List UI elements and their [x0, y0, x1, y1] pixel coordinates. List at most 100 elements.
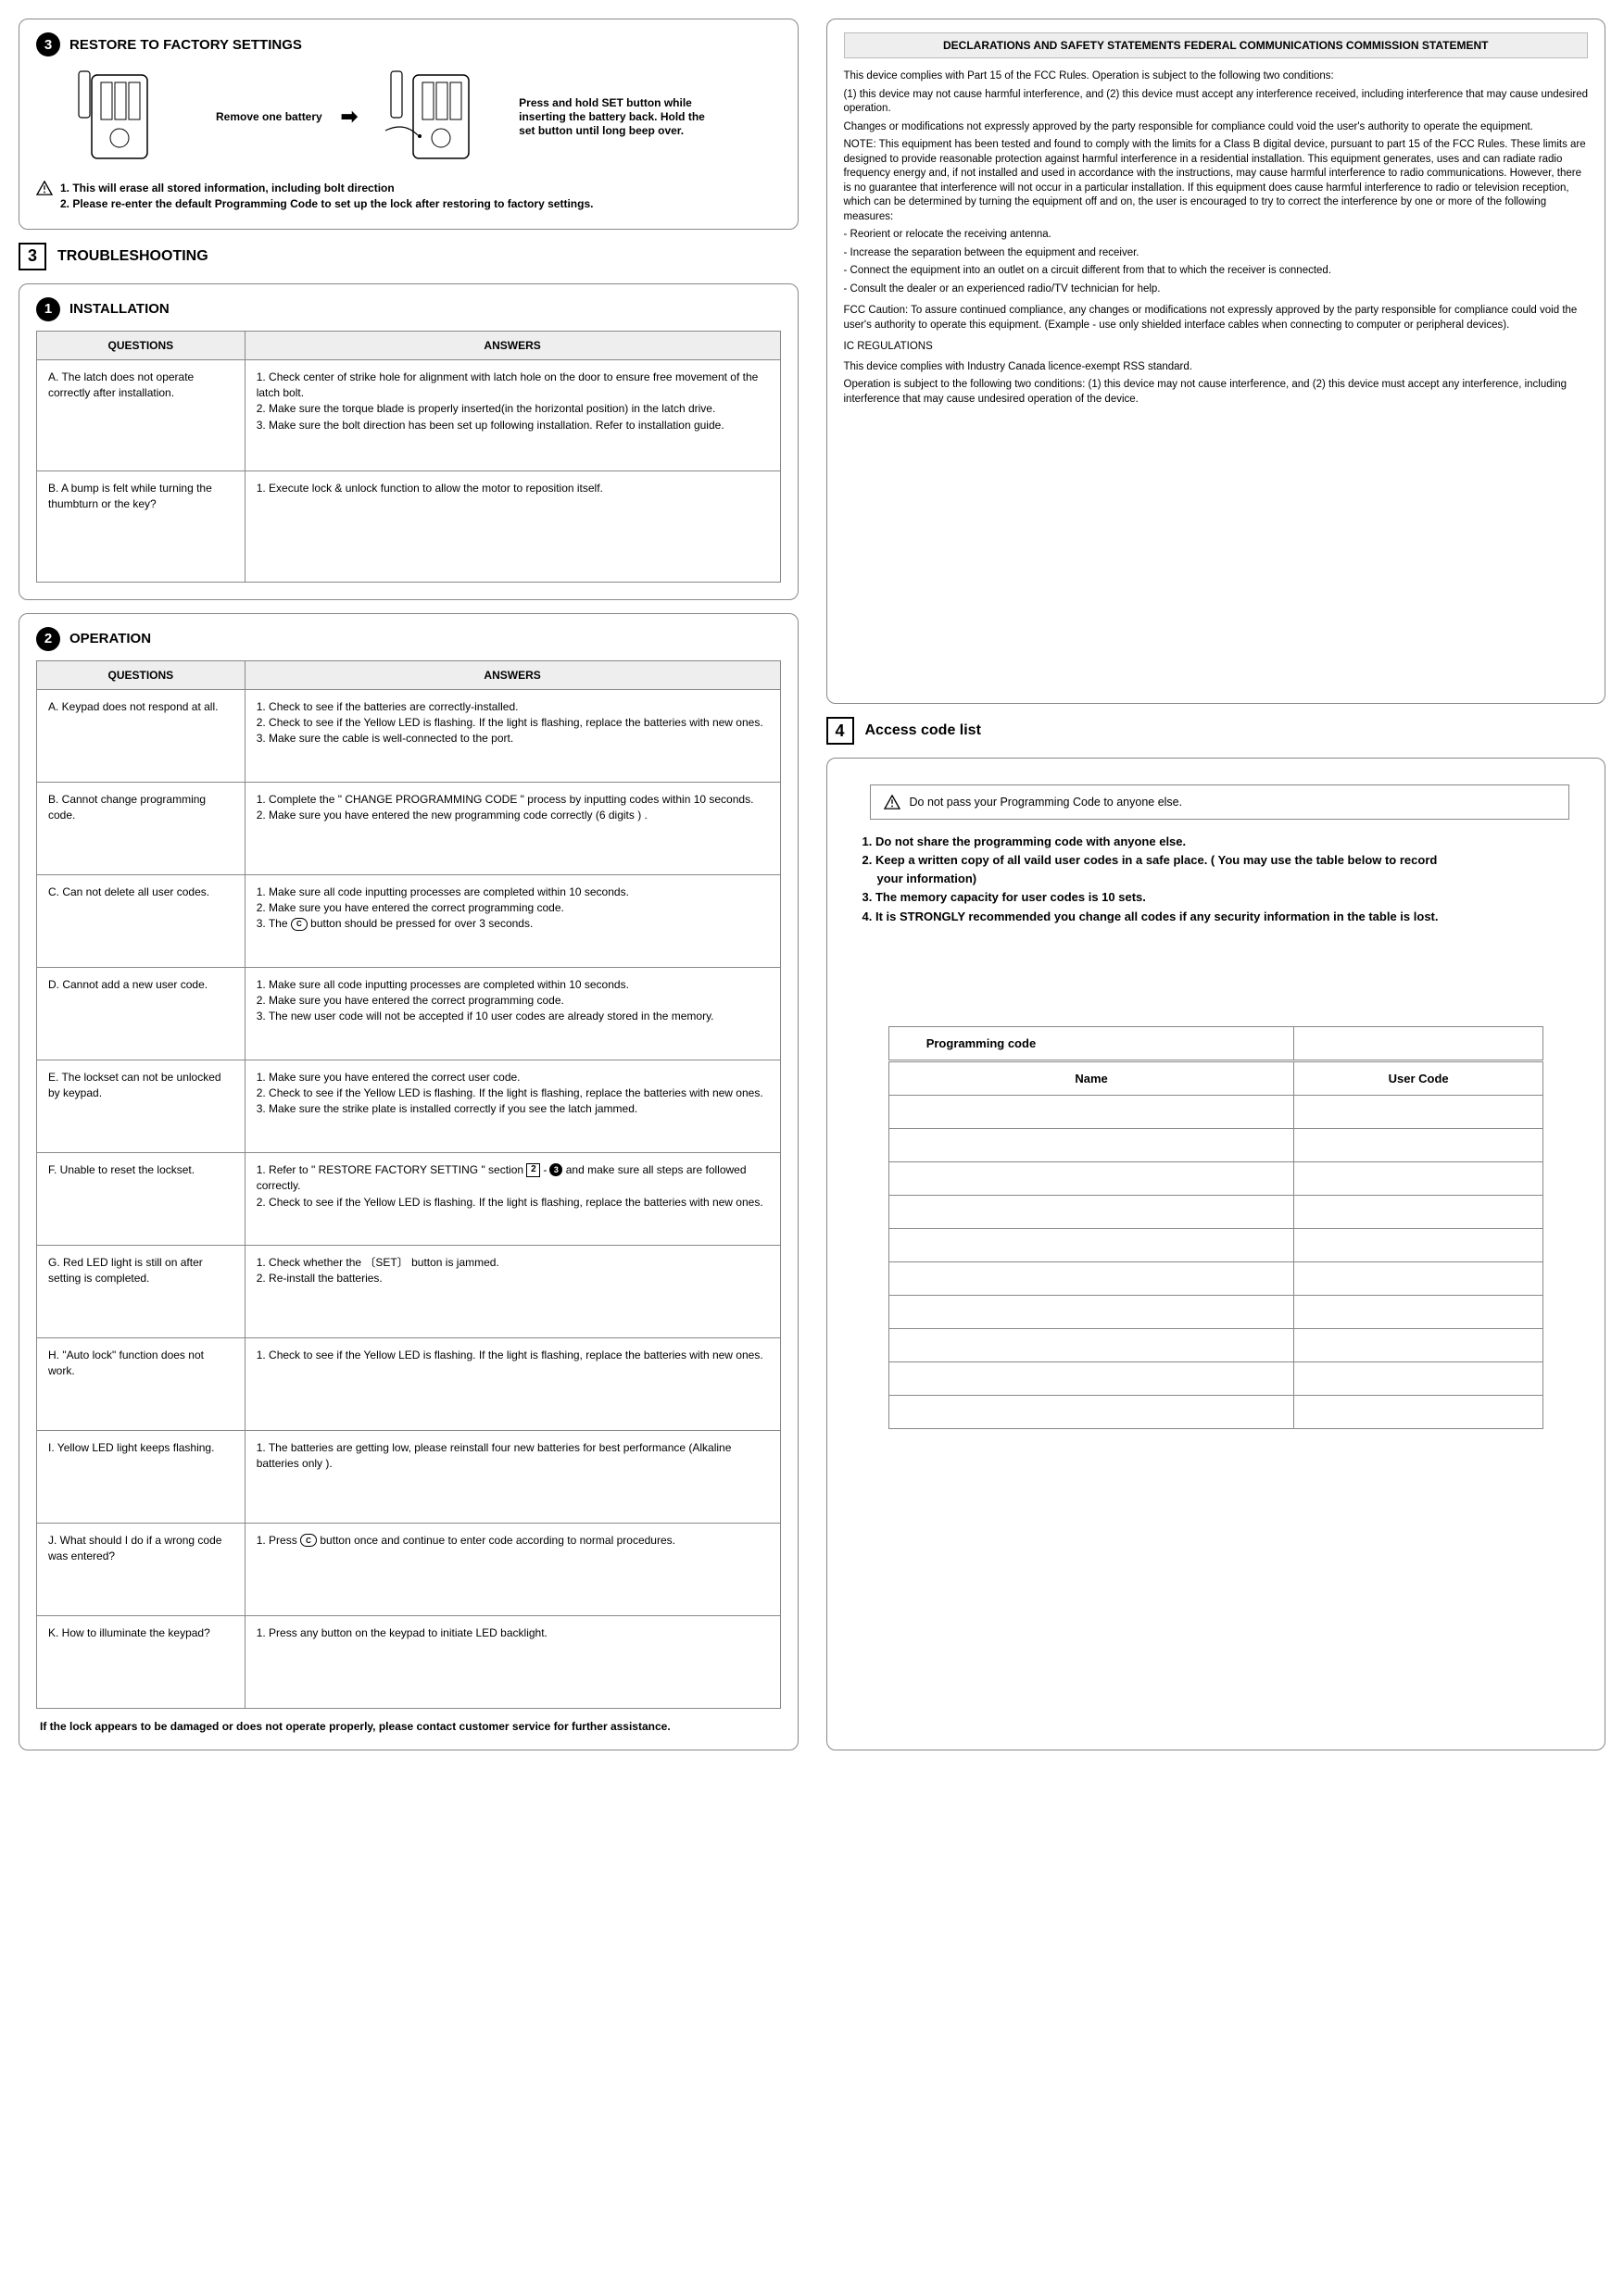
question-cell: E. The lockset can not be unlocked by ke…: [37, 1060, 245, 1152]
access-title: Access code list: [865, 722, 981, 739]
section-number-3: 3: [19, 243, 46, 270]
decl-p4: NOTE: This equipment has been tested and…: [844, 138, 1589, 224]
warning-triangle-icon: [884, 795, 900, 809]
question-cell: H. "Auto lock" function does not work.: [37, 1337, 245, 1430]
answer-cell: 1. Make sure all code inputting processe…: [245, 874, 780, 967]
decl-b1: - Reorient or relocate the receiving ant…: [844, 228, 1589, 243]
caption-press-set: Press and hold SET button while insertin…: [519, 96, 713, 138]
restore-warning: 1. This will erase all stored informatio…: [36, 181, 781, 212]
table-row: [888, 1395, 1542, 1428]
user-code-cell[interactable]: [1294, 1228, 1542, 1261]
question-cell: A. The latch does not operate correctly …: [37, 359, 245, 470]
name-cell[interactable]: [888, 1261, 1294, 1295]
col-answers: ANSWERS: [245, 331, 780, 359]
access-l1: 1. Do not share the programming code wit…: [862, 833, 1589, 851]
answer-cell: 1. Check to see if the batteries are cor…: [245, 689, 780, 782]
table-row: G. Red LED light is still on after setti…: [37, 1245, 781, 1337]
answer-cell: 1. Complete the " CHANGE PROGRAMMING COD…: [245, 782, 780, 874]
answer-cell: 1. Check center of strike hole for align…: [245, 359, 780, 470]
question-cell: A. Keypad does not respond at all.: [37, 689, 245, 782]
col-answers: ANSWERS: [245, 660, 780, 689]
user-code-cell[interactable]: [1294, 1361, 1542, 1395]
table-row: [888, 1095, 1542, 1128]
operation-note: If the lock appears to be damaged or doe…: [36, 1720, 781, 1733]
table-row: [888, 1195, 1542, 1228]
decl-b2: - Increase the separation between the eq…: [844, 246, 1589, 261]
user-code-cell[interactable]: [1294, 1161, 1542, 1195]
decl-b4: - Consult the dealer or an experienced r…: [844, 282, 1589, 297]
access-l2: 2. Keep a written copy of all vaild user…: [862, 851, 1589, 870]
name-cell[interactable]: [888, 1228, 1294, 1261]
answer-cell: 1. Make sure all code inputting processe…: [245, 967, 780, 1060]
user-code-cell[interactable]: [1294, 1395, 1542, 1428]
restore-warning-text: 1. This will erase all stored informatio…: [60, 181, 593, 212]
left-column: 3 RESTORE TO FACTORY SETTINGS Remove one…: [19, 19, 799, 1750]
th-user-code: User Code: [1294, 1060, 1542, 1095]
c-button-icon: C: [300, 1534, 317, 1547]
operation-title: OPERATION: [69, 631, 151, 646]
battery-remove-icon: [73, 66, 203, 168]
th-name: Name: [888, 1060, 1294, 1095]
installation-panel: 1 INSTALLATION QUESTIONS ANSWERS A. The …: [19, 283, 799, 600]
table-row: I. Yellow LED light keeps flashing.1. Th…: [37, 1430, 781, 1523]
decl-p5: FCC Caution: To assure continued complia…: [844, 304, 1589, 332]
name-cell[interactable]: [888, 1395, 1294, 1428]
question-cell: C. Can not delete all user codes.: [37, 874, 245, 967]
section-number-4: 4: [826, 717, 854, 745]
name-cell[interactable]: [888, 1161, 1294, 1195]
table-row: [888, 1328, 1542, 1361]
table-row: B. Cannot change programming code.1. Com…: [37, 782, 781, 874]
table-row: F. Unable to reset the lockset.1. Refer …: [37, 1152, 781, 1245]
name-cell[interactable]: [888, 1295, 1294, 1328]
decl-p7: Operation is subject to the following tw…: [844, 378, 1589, 407]
name-cell[interactable]: [888, 1095, 1294, 1128]
user-code-cell[interactable]: [1294, 1328, 1542, 1361]
decl-p3: Changes or modifications not expressly a…: [844, 120, 1589, 135]
table-row: H. "Auto lock" function does not work.1.…: [37, 1337, 781, 1430]
name-cell[interactable]: [888, 1361, 1294, 1395]
answer-cell: 1. Make sure you have entered the correc…: [245, 1060, 780, 1152]
user-code-cell[interactable]: [1294, 1095, 1542, 1128]
arrow-icon: ➡: [341, 105, 358, 129]
table-row: [888, 1295, 1542, 1328]
user-code-cell[interactable]: [1294, 1295, 1542, 1328]
decl-p6: This device complies with Industry Canad…: [844, 360, 1589, 375]
table-row: J. What should I do if a wrong code was …: [37, 1523, 781, 1615]
col-questions: QUESTIONS: [37, 660, 245, 689]
answer-cell: 1. Press C button once and continue to e…: [245, 1523, 780, 1615]
name-cell[interactable]: [888, 1195, 1294, 1228]
answer-cell: 1. Press any button on the keypad to ini…: [245, 1615, 780, 1708]
table-row: [888, 1361, 1542, 1395]
answer-cell: 1. The batteries are getting low, please…: [245, 1430, 780, 1523]
user-code-cell[interactable]: [1294, 1261, 1542, 1295]
decl-ic-head: IC REGULATIONS: [844, 340, 1589, 355]
declarations-body: This device complies with Part 15 of the…: [844, 69, 1589, 407]
caption-remove-battery: Remove one battery: [216, 110, 322, 124]
battery-insert-icon: [376, 66, 506, 168]
question-cell: I. Yellow LED light keeps flashing.: [37, 1430, 245, 1523]
user-code-cell[interactable]: [1294, 1128, 1542, 1161]
c-button-icon: C: [291, 918, 308, 931]
table-row: D. Cannot add a new user code.1. Make su…: [37, 967, 781, 1060]
step-badge-1: 1: [36, 297, 60, 321]
operation-table: QUESTIONS ANSWERS A. Keypad does not res…: [36, 660, 781, 1709]
name-cell[interactable]: [888, 1328, 1294, 1361]
table-row: [888, 1228, 1542, 1261]
table-row: [888, 1261, 1542, 1295]
decl-p1: This device complies with Part 15 of the…: [844, 69, 1589, 84]
access-panel: Do not pass your Programming Code to any…: [826, 758, 1606, 1750]
name-cell[interactable]: [888, 1128, 1294, 1161]
question-cell: F. Unable to reset the lockset.: [37, 1152, 245, 1245]
answer-cell: 1. Check to see if the Yellow LED is fla…: [245, 1337, 780, 1430]
question-cell: K. How to illuminate the keypad?: [37, 1615, 245, 1708]
table-row: A. Keypad does not respond at all.1. Che…: [37, 689, 781, 782]
decl-p2: (1) this device may not cause harmful in…: [844, 88, 1589, 117]
answer-cell: 1. Check whether the 〔SET〕 button is jam…: [245, 1245, 780, 1337]
answer-cell: 1. Execute lock & unlock function to all…: [245, 470, 780, 582]
step-badge-3: 3: [36, 32, 60, 56]
decl-b3: - Connect the equipment into an outlet o…: [844, 264, 1589, 279]
restore-illustration-row: Remove one battery ➡ Press and hold SET …: [73, 66, 781, 168]
user-code-cell[interactable]: [1294, 1195, 1542, 1228]
th-programming-code: Programming code: [888, 1026, 1294, 1060]
installation-table: QUESTIONS ANSWERS A. The latch does not …: [36, 331, 781, 583]
